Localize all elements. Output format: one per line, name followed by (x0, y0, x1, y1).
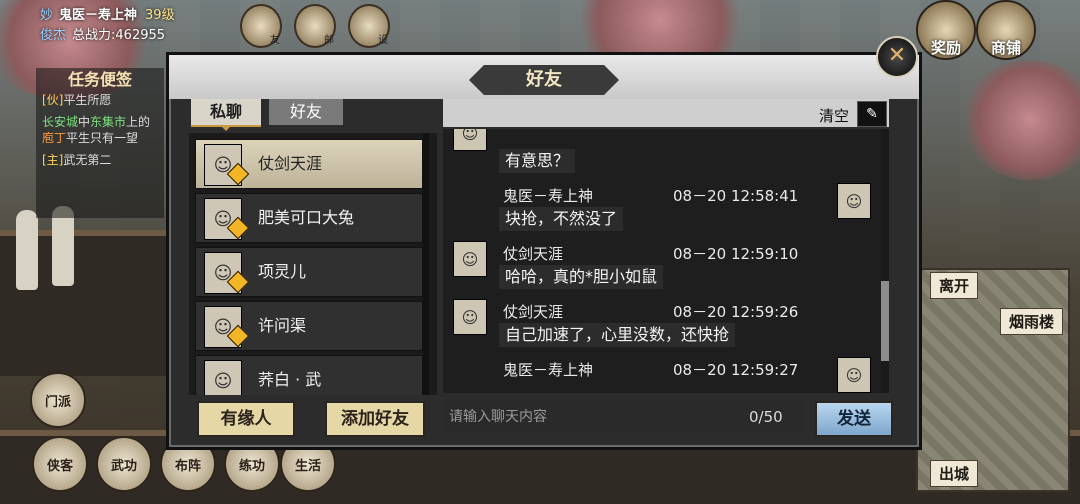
settings-icon-label: 设 (378, 35, 388, 46)
contact-item[interactable]: ☺ 肥美可口大兔 (195, 193, 423, 243)
clear-button[interactable]: ✎ (857, 101, 887, 127)
friend-icon[interactable]: 友 (240, 4, 282, 48)
contact-item[interactable]: ☺ 荞白 · 武 (195, 355, 423, 395)
chat-log[interactable]: ☺ 有意思？ 鬼医－寿上神 08－20 12:58:41 ☺ 块抢，不然没了 ☺… (443, 129, 889, 393)
message-sender: 鬼医－寿上神 (503, 361, 594, 379)
minimap[interactable] (916, 268, 1070, 492)
quest-tag: [伙] (42, 93, 64, 107)
contact-item[interactable]: ☺ 项灵儿 (195, 247, 423, 297)
tab-active-indicator (220, 125, 232, 131)
player-level: 39级 (145, 8, 175, 23)
message-text: 有意思？ (499, 149, 576, 173)
quest-panel[interactable]: 任务便签 [伙]平生所愿 长安城中东集市上的庖丁平生只有一望 [主]武无第二 (36, 68, 164, 218)
contact-item[interactable]: ☺ 许问渠 (195, 301, 423, 351)
contact-name: 荞白 · 武 (258, 370, 322, 389)
quest-text: 上的 (126, 115, 151, 129)
quest-tag: [主] (42, 153, 64, 167)
quest-location: 长安城 (42, 115, 79, 129)
message-sender: 仗剑天涯 (503, 245, 564, 263)
contact-item[interactable]: ☺ 仗剑天涯 (195, 139, 423, 189)
chat-scrollbar-thumb[interactable] (881, 281, 889, 361)
contact-name: 许问渠 (258, 316, 307, 335)
tab-private-chat[interactable]: 私聊 (191, 99, 261, 127)
avatar: ☺ (837, 183, 871, 219)
send-button[interactable]: 发送 (815, 401, 893, 437)
contact-name: 肥美可口大兔 (258, 208, 355, 227)
quest-item[interactable]: [主]武无第二 (36, 152, 164, 168)
cherry-tree (960, 60, 1080, 180)
quest-item[interactable]: [伙]平生所愿 (36, 92, 164, 108)
close-icon[interactable]: ✕ (876, 36, 918, 78)
message-sender: 仗剑天涯 (503, 303, 564, 321)
contact-name: 项灵儿 (258, 262, 307, 281)
map-label-yanyu-tower[interactable]: 烟雨楼 (1000, 308, 1064, 335)
message-time: 08－20 12:59:10 (673, 245, 799, 263)
player-power: 总战力:462955 (72, 28, 166, 43)
quest-npc-location: 东集市 (90, 115, 127, 129)
shop-button-label: 商铺 (990, 39, 1021, 57)
player-info[interactable]: 妙鬼医－寿上神 39级 俊杰 总战力:462955 (40, 6, 175, 46)
eraser-icon: ✎ (866, 106, 878, 122)
tab-friends[interactable]: 好友 (269, 99, 343, 125)
sect-button-label: 门派 (44, 394, 71, 410)
reward-button-label: 奖励 (930, 39, 961, 57)
avatar: ☺ (453, 241, 487, 277)
martial-arts-button-label: 武功 (110, 458, 137, 474)
sect-button[interactable]: 门派 (30, 372, 86, 428)
npc-figure (52, 206, 74, 286)
player-sect: 妙 (40, 8, 54, 23)
char-counter: 0/50 (749, 408, 783, 426)
settings-icon[interactable]: 设 (348, 4, 390, 48)
quest-target: 庖丁 (42, 131, 67, 145)
modal-title: 好友 (469, 65, 619, 95)
reward-button[interactable]: 奖励 (916, 0, 976, 60)
heroes-button-label: 侠客 (46, 458, 73, 474)
quest-text: 武无第二 (63, 153, 112, 167)
message-text: 自己加速了，心里没数，还快抢 (499, 323, 736, 347)
message-text: 块抢，不然没了 (499, 207, 624, 231)
quest-text: 平生所愿 (63, 93, 112, 107)
map-label-leave[interactable]: 离开 (930, 272, 979, 299)
avatar: ☺ (453, 299, 487, 335)
message-time: 08－20 12:58:41 (673, 187, 799, 205)
quest-item[interactable]: 长安城中东集市上的庖丁平生只有一望 (36, 114, 164, 146)
quest-title: 任务便签 (67, 70, 132, 89)
life-button-label: 生活 (294, 458, 321, 474)
friend-icon-label: 友 (270, 35, 280, 46)
contact-list-scrollbar[interactable] (423, 133, 429, 395)
mail-icon[interactable]: 邮 (294, 4, 336, 48)
message-time: 08－20 12:59:26 (673, 303, 799, 321)
formation-button-label: 布阵 (174, 458, 201, 474)
message-text: 哈哈，真的*胆小如鼠 (499, 265, 664, 289)
contact-list[interactable]: ☺ 仗剑天涯 ☺ 肥美可口大兔 ☺ 项灵儿 ☺ 许问渠 ☺ 荞白 · 武 (189, 133, 437, 395)
top-icon-bar: 友 邮 设 (240, 4, 390, 48)
contact-name: 仗剑天涯 (258, 154, 323, 173)
friends-modal: 好友 私聊 好友 ☺ 仗剑天涯 ☺ 肥美可口大兔 ☺ 项灵儿 ☺ 许问渠 ☺ 荞… (166, 52, 922, 450)
shop-button[interactable]: 商铺 (976, 0, 1036, 60)
message-time: 08－20 12:59:27 (673, 361, 799, 379)
avatar: ☺ (837, 357, 871, 393)
quest-text: 平生只有一望 (66, 131, 139, 145)
quest-text: 中 (78, 115, 91, 129)
mail-icon-label: 邮 (324, 35, 334, 46)
training-button-label: 练功 (238, 458, 265, 474)
heroes-button[interactable]: 侠客 (32, 436, 88, 492)
destiny-button[interactable]: 有缘人 (197, 401, 295, 437)
martial-arts-button[interactable]: 武功 (96, 436, 152, 492)
player-name: 鬼医－寿上神 (59, 8, 138, 23)
map-label-exit-city[interactable]: 出城 (930, 460, 979, 487)
avatar: ☺ (453, 129, 487, 151)
message-sender: 鬼医－寿上神 (503, 187, 594, 205)
npc-figure (16, 210, 38, 290)
avatar: ☺ (204, 360, 242, 395)
add-friend-button[interactable]: 添加好友 (325, 401, 425, 437)
clear-label: 清空 (819, 107, 850, 125)
player-title: 俊杰 (40, 28, 67, 43)
